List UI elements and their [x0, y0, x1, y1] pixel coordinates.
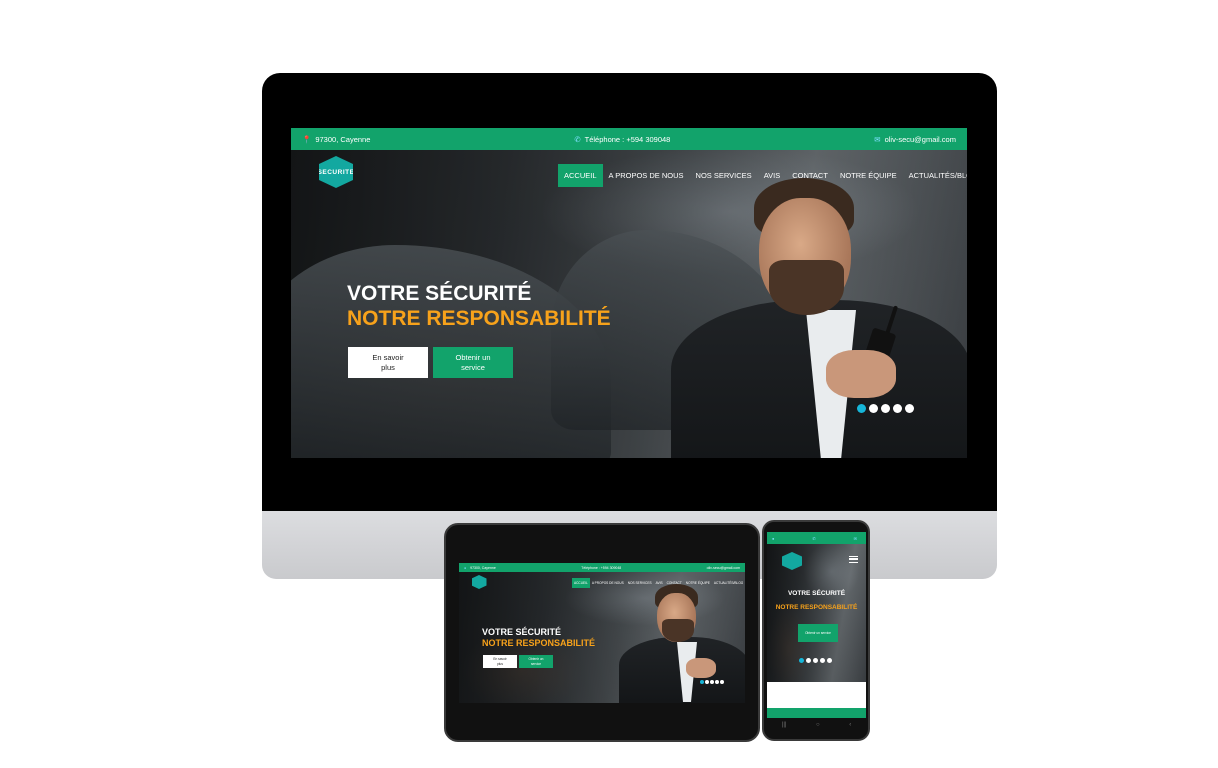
- guard-beard: [769, 260, 844, 315]
- slider-dot[interactable]: [720, 680, 724, 684]
- location-pin-icon: 📍: [302, 134, 312, 144]
- phone-info[interactable]: Téléphone : +594 309048: [581, 566, 621, 570]
- nav-item-services[interactable]: NOS SERVICES: [626, 578, 654, 588]
- email-text: oliv-secu@gmail.com: [884, 134, 956, 144]
- shield-logo-icon: [782, 552, 802, 570]
- slider-dot[interactable]: [806, 658, 811, 663]
- hero-section: ACCUEIL A PROPOS DE NOUS NOS SERVICES AV…: [459, 572, 745, 703]
- home-button[interactable]: ○: [816, 722, 820, 728]
- address-text: 97300, Cayenne: [470, 565, 496, 570]
- hero-subtitle: NOTRE RESPONSABILITÉ: [347, 307, 611, 330]
- nav-item-contact[interactable]: CONTACT: [665, 578, 684, 588]
- nav-item-blog[interactable]: ACTUALITÉS/BLOG: [903, 164, 967, 187]
- guard-beard: [662, 619, 694, 642]
- hero-title: VOTRE SÉCURITÉ: [787, 590, 846, 597]
- phone-text: Téléphone : +594 309048: [581, 565, 622, 570]
- hamburger-icon[interactable]: [849, 556, 858, 563]
- tablet-site: ● 97300, Cayenne Téléphone : +594 309048 …: [459, 563, 745, 703]
- hero-section: SECURITE ACCUEIL A PROPOS DE NOUS NOS SE…: [291, 150, 967, 458]
- nav-item-a-propos[interactable]: A PROPOS DE NOUS: [603, 164, 690, 187]
- nav-item-contact[interactable]: CONTACT: [786, 164, 834, 187]
- email-text: oliv-secu@gmail.com: [706, 565, 740, 570]
- slider-dots: [799, 658, 832, 663]
- email-info[interactable]: oliv-secu@gmail.com: [707, 566, 740, 570]
- location-pin-icon: ●: [772, 535, 775, 541]
- top-bar: ● 97300, Cayenne Téléphone : +594 309048 …: [459, 563, 745, 572]
- address-text: 97300, Cayenne: [315, 134, 371, 144]
- slider-dot[interactable]: [705, 680, 709, 684]
- phone-icon: ✆: [812, 535, 816, 541]
- shield-logo-icon: [471, 575, 487, 589]
- phone-info[interactable]: ✆ Téléphone : +594 309048: [574, 135, 670, 144]
- envelope-icon: ✉: [853, 535, 857, 541]
- nav-item-accueil[interactable]: ACCUEIL: [572, 578, 590, 588]
- nav-item-equipe[interactable]: NOTRE ÉQUIPE: [684, 578, 712, 588]
- slider-dot[interactable]: [881, 404, 890, 413]
- location-pin-icon: ●: [464, 565, 467, 570]
- get-service-button[interactable]: Obtenir un service: [433, 347, 513, 378]
- nav-item-blog[interactable]: ACTUALITÉS/BLOG: [712, 578, 745, 588]
- hero-title: VOTRE SÉCURITÉ: [482, 627, 562, 637]
- hero-section: VOTRE SÉCURITÉ NOTRE RESPONSABILITÉ Obte…: [767, 544, 866, 682]
- back-button[interactable]: ‹: [849, 722, 851, 728]
- guard-hand: [686, 658, 716, 678]
- nav-item-services[interactable]: NOS SERVICES: [690, 164, 758, 187]
- slider-dot[interactable]: [857, 404, 866, 413]
- site-logo[interactable]: [779, 552, 805, 570]
- site-logo[interactable]: [469, 575, 489, 589]
- nav-item-avis[interactable]: AVIS: [654, 578, 665, 588]
- email-info[interactable]: ✉ oliv-secu@gmail.com: [874, 135, 956, 144]
- slider-dot[interactable]: [893, 404, 902, 413]
- address-info: 📍 97300, Cayenne: [302, 135, 370, 144]
- nav-item-accueil[interactable]: ACCUEIL: [558, 164, 603, 187]
- green-footer-band: [767, 708, 866, 718]
- phone-nav-bar: ||| ○ ‹: [767, 718, 866, 732]
- main-nav: ACCUEIL A PROPOS DE NOUS NOS SERVICES AV…: [572, 578, 745, 588]
- slider-dot[interactable]: [827, 658, 832, 663]
- nav-item-a-propos[interactable]: A PROPOS DE NOUS: [590, 578, 626, 588]
- slider-dots: [857, 404, 914, 413]
- mobile-site: ● ✆ ✉ VOTRE SÉCURITÉ NOTRE RESPONSABILIT…: [767, 532, 866, 718]
- top-bar: ● ✆ ✉: [767, 532, 866, 544]
- hero-subtitle: NOTRE RESPONSABILITÉ: [775, 604, 858, 611]
- address-info: ● 97300, Cayenne: [464, 566, 496, 570]
- phone-icon: ✆: [574, 134, 581, 144]
- hero-title: VOTRE SÉCURITÉ: [347, 282, 532, 305]
- slider-dot[interactable]: [710, 680, 714, 684]
- slider-dot[interactable]: [869, 404, 878, 413]
- learn-more-button[interactable]: En savoir plus: [483, 655, 517, 668]
- phone-text: Téléphone : +594 309048: [584, 134, 671, 144]
- nav-item-equipe[interactable]: NOTRE ÉQUIPE: [834, 164, 903, 187]
- recent-apps-button[interactable]: |||: [782, 722, 787, 728]
- envelope-icon: ✉: [874, 134, 881, 144]
- desktop-site: 📍 97300, Cayenne ✆ Téléphone : +594 309048…: [291, 128, 967, 458]
- main-nav: ACCUEIL A PROPOS DE NOUS NOS SERVICES AV…: [558, 164, 967, 187]
- slider-dot[interactable]: [820, 658, 825, 663]
- get-service-button[interactable]: Obtenir un service: [798, 624, 838, 642]
- slider-dot[interactable]: [700, 680, 704, 684]
- slider-dots: [700, 680, 724, 684]
- slider-dot[interactable]: [813, 658, 818, 663]
- slider-dot[interactable]: [715, 680, 719, 684]
- learn-more-button[interactable]: En savoir plus: [348, 347, 428, 378]
- get-service-button[interactable]: Obtenir un service: [519, 655, 553, 668]
- logo-text: SECURITE: [317, 168, 355, 176]
- site-logo[interactable]: SECURITE: [313, 156, 359, 188]
- slider-dot[interactable]: [905, 404, 914, 413]
- slider-dot[interactable]: [799, 658, 804, 663]
- top-bar: 📍 97300, Cayenne ✆ Téléphone : +594 309048…: [291, 128, 967, 150]
- shield-logo-icon: SECURITE: [319, 156, 353, 188]
- guard-hand: [826, 350, 896, 398]
- nav-item-avis[interactable]: AVIS: [758, 164, 787, 187]
- hero-subtitle: NOTRE RESPONSABILITÉ: [482, 638, 596, 648]
